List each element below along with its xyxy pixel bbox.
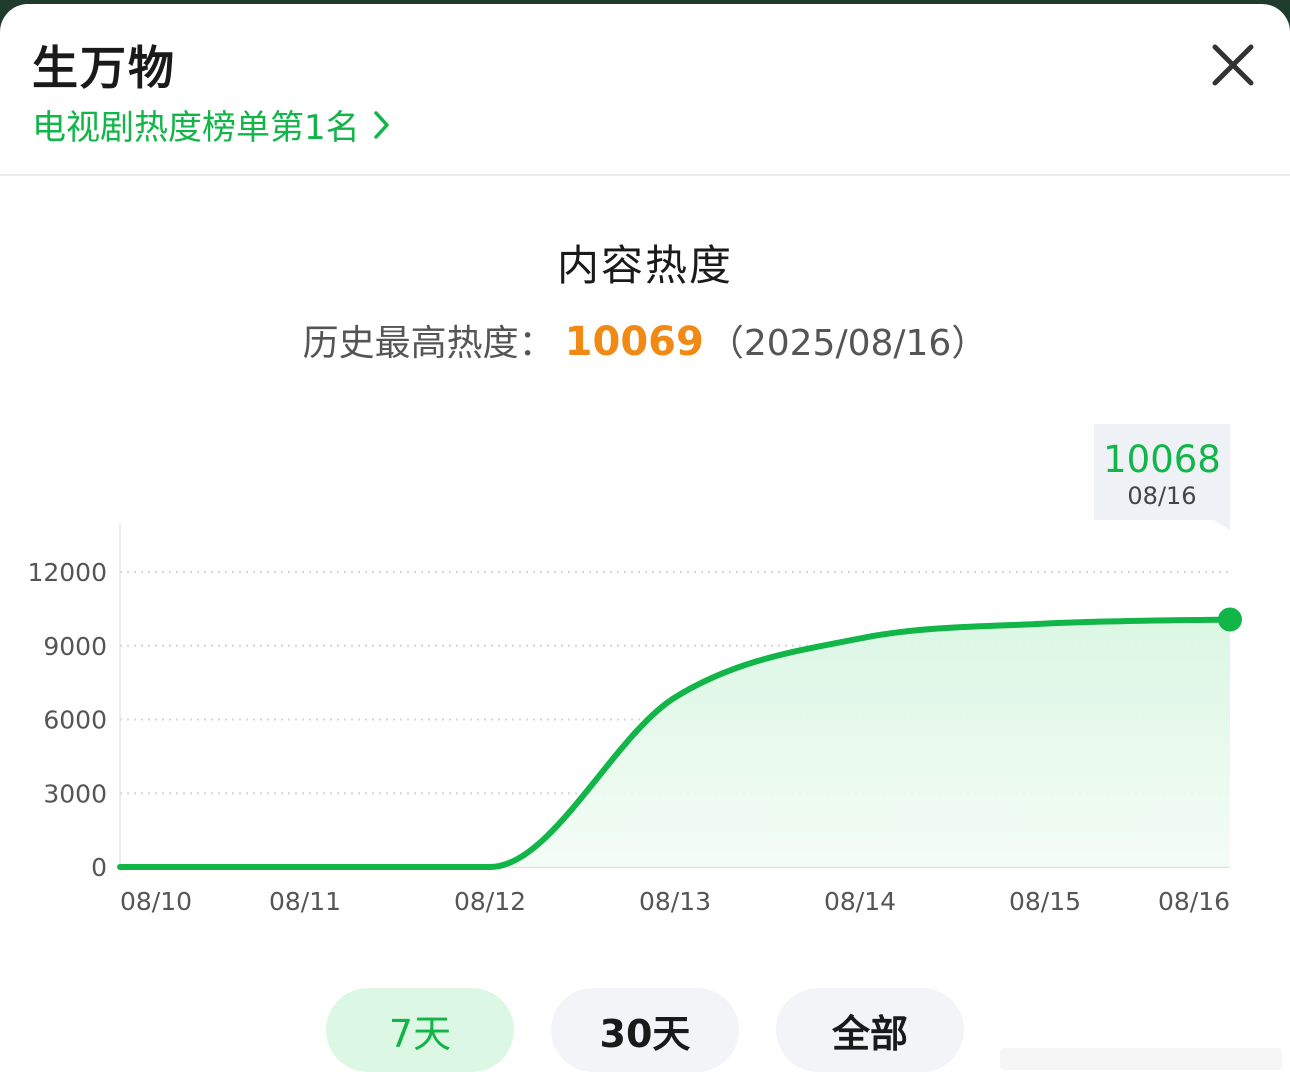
y-tick-label: 6000 — [43, 706, 107, 735]
ranking-sheet: 生万物 电视剧热度榜单第1名 内容热度 历史最高热度： 10069 （2025/08… — [0, 4, 1290, 1086]
tab-all[interactable]: 全部 — [776, 988, 964, 1072]
heat-chart: 0 3000 6000 9000 12000 08/10 08/11 08/12 08/13 0… — [27, 424, 1242, 916]
x-tick-label: 08/11 — [269, 887, 341, 916]
record-value: 10069 — [564, 319, 704, 365]
tab-7-days-label: 7天 — [388, 1011, 452, 1056]
sheet-header: 生万物 电视剧热度榜单第1名 — [0, 4, 1290, 176]
tab-all-label: 全部 — [831, 1011, 908, 1056]
x-tick-label: 08/10 — [120, 887, 192, 916]
rank-link-label: 电视剧热度榜单第1名 — [32, 108, 360, 148]
tab-7-days[interactable]: 7天 — [326, 988, 514, 1072]
page-title: 生万物 — [32, 41, 176, 95]
chevron-right-icon — [373, 110, 389, 139]
record-line: 历史最高热度： 10069 （2025/08/16） — [0, 314, 1290, 366]
watermark-image — [1000, 1048, 1282, 1070]
range-tabs: 7天 30天 全部 — [326, 988, 966, 1078]
tooltip-date: 08/16 — [1127, 482, 1196, 510]
close-icon — [1212, 44, 1254, 86]
y-tick-label: 0 — [91, 853, 107, 882]
x-tick-label: 08/14 — [824, 887, 896, 916]
tab-30-days-label: 30天 — [599, 1011, 691, 1056]
highlight-point — [1218, 607, 1242, 632]
y-tick-label: 12000 — [27, 558, 107, 587]
rank-link[interactable]: 电视剧热度榜单第1名 — [32, 100, 390, 149]
x-tick-label: 08/16 — [1158, 887, 1230, 916]
close-button[interactable] — [1206, 38, 1260, 92]
record-label: 历史最高热度： — [302, 323, 555, 364]
tooltip-value: 10068 — [1103, 438, 1221, 481]
record-date: （2025/08/16） — [707, 323, 988, 364]
chart-title: 内容热度 — [556, 241, 733, 290]
x-tick-label: 08/13 — [639, 887, 711, 916]
x-tick-label: 08/15 — [1009, 887, 1081, 916]
y-tick-label: 3000 — [43, 779, 107, 808]
tab-30-days[interactable]: 30天 — [551, 988, 739, 1072]
y-tick-label: 9000 — [43, 632, 107, 661]
x-tick-label: 08/12 — [454, 887, 526, 916]
series-area — [120, 619, 1230, 867]
